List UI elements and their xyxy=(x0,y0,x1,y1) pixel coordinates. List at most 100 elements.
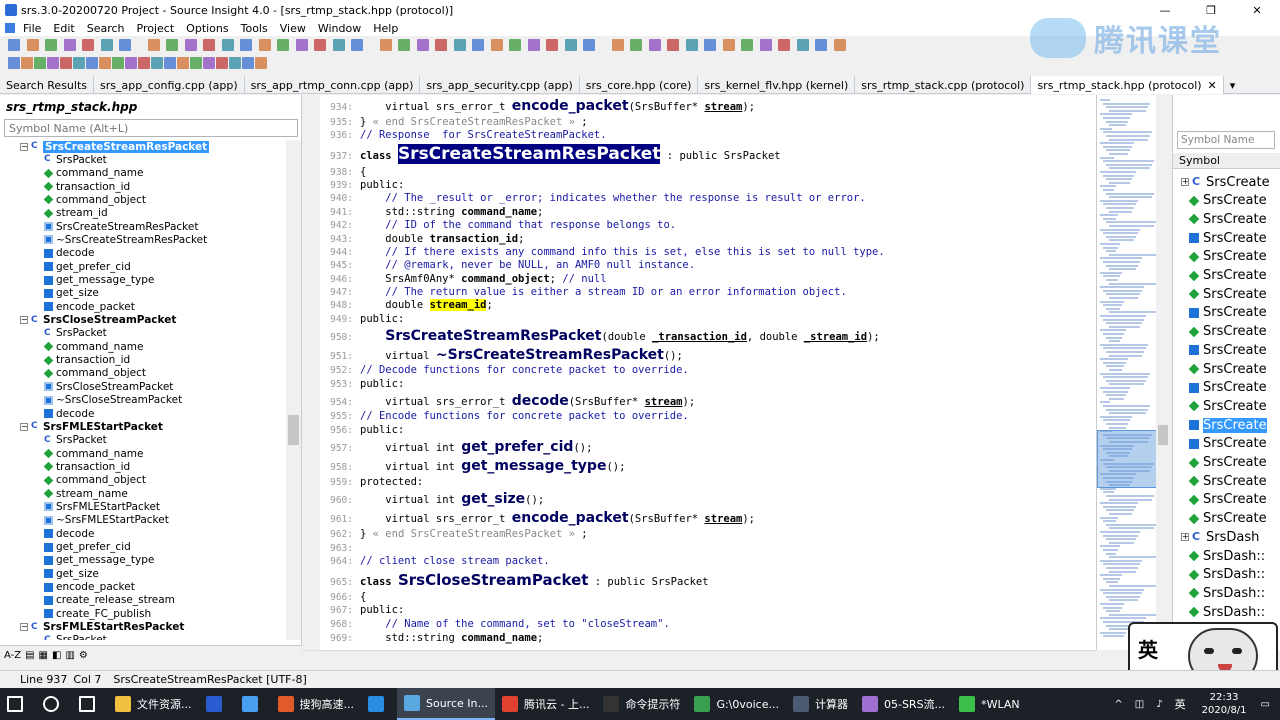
taskbar-item[interactable] xyxy=(235,688,271,720)
symbol-list-item[interactable]: SrsCreate xyxy=(1189,229,1267,247)
toolbar-button-icon[interactable] xyxy=(295,39,308,51)
tree-item[interactable]: encode_packet xyxy=(44,300,135,313)
toolbar-button-icon[interactable] xyxy=(648,39,661,51)
toolbar-button-icon[interactable] xyxy=(453,39,466,51)
toolbar-button-icon[interactable] xyxy=(45,39,57,51)
tree-item[interactable]: encode_packet xyxy=(44,581,135,594)
symbol-list-item[interactable]: SrsCreate xyxy=(1188,248,1267,266)
overview-map[interactable] xyxy=(1096,95,1156,650)
tree-item[interactable]: stream_id xyxy=(43,207,108,220)
toolbar-button-icon[interactable] xyxy=(630,39,642,51)
tree-item[interactable]: get_prefer_cid xyxy=(44,260,131,273)
tree-item[interactable]: decode xyxy=(44,527,94,540)
toolbar-button-icon[interactable] xyxy=(685,39,698,51)
close-tab-icon[interactable]: ✕ xyxy=(1208,79,1217,92)
tab-core[interactable]: srs_core.hpp (core) xyxy=(580,76,699,94)
scroll-thumb[interactable] xyxy=(1158,425,1168,445)
toolbar-button-icon[interactable] xyxy=(203,57,215,69)
close-button[interactable]: ✕ xyxy=(1234,0,1280,20)
symbol-list-item[interactable]: SrsCreate xyxy=(1188,285,1267,303)
tab-app-config[interactable]: srs_app_config.cpp (app) xyxy=(94,76,245,94)
tree-item[interactable]: decode xyxy=(44,407,94,420)
toolbar-button-icon[interactable] xyxy=(722,39,735,51)
symbol-list-item[interactable]: SrsCreate xyxy=(1189,341,1267,359)
tree-item[interactable]: get_size xyxy=(44,287,99,300)
symbol-list-item[interactable]: SrsCreate xyxy=(1188,323,1267,341)
toolbar-button-icon[interactable] xyxy=(546,39,558,51)
tree-item[interactable]: SrsCreateStreamResPacket xyxy=(44,220,198,233)
taskbar-item[interactable] xyxy=(199,688,235,720)
toolbar-button-icon[interactable] xyxy=(332,39,345,51)
tree-item[interactable]: get_prefer_cid xyxy=(44,541,131,554)
tree-item[interactable]: C SrsPacket xyxy=(44,327,107,340)
tree-item[interactable]: get_size xyxy=(44,567,99,580)
taskbar-item[interactable]: 05-SRS流... xyxy=(855,688,952,720)
symbol-list-item[interactable]: SrsCreate xyxy=(1189,304,1267,322)
toolbar-button-icon[interactable] xyxy=(166,39,178,51)
tree-item[interactable]: − C SrsCreateStreamResPacket xyxy=(20,140,210,153)
tab-search-results[interactable]: Search Results xyxy=(0,76,95,94)
toolbar-button-icon[interactable] xyxy=(184,39,197,51)
expand-toggle-icon[interactable]: + xyxy=(1181,178,1189,186)
toolbar-button-icon[interactable] xyxy=(667,39,679,51)
toolbar-button-icon[interactable] xyxy=(435,39,447,51)
symbol-list-item[interactable]: SrsCreate xyxy=(1189,416,1267,434)
toolbar-button-icon[interactable] xyxy=(82,39,94,51)
tree-item[interactable]: command_name xyxy=(43,447,143,460)
tree-item[interactable]: transaction_id xyxy=(43,180,130,193)
toolbar-button-icon[interactable] xyxy=(242,57,254,69)
clock[interactable]: 22:33 2020/8/1 xyxy=(1202,691,1247,717)
tree-item[interactable]: − C SrsCloseStreamPacket xyxy=(20,314,176,327)
collapse-toggle-icon[interactable]: − xyxy=(20,623,28,632)
symbol-list-item[interactable]: SrsCreate xyxy=(1188,397,1267,415)
tree-item[interactable]: create_release_stream xyxy=(44,594,175,607)
toolbar-button-icon[interactable] xyxy=(63,39,76,51)
taskbar-item[interactable] xyxy=(36,688,72,720)
toolbar-button-icon[interactable] xyxy=(379,39,392,51)
toolbar-button-icon[interactable] xyxy=(21,57,33,69)
notification-icon[interactable]: ▭ xyxy=(1261,699,1270,710)
toolbar-button-icon[interactable] xyxy=(203,39,215,51)
symbol-name-input[interactable]: Symbol Name xyxy=(1177,131,1275,149)
taskbar-item[interactable]: 计算器 xyxy=(786,688,855,720)
toolbar-button-icon[interactable] xyxy=(527,39,540,51)
toolbar-button-icon[interactable] xyxy=(60,57,72,69)
expand-toggle-icon[interactable]: + xyxy=(1181,533,1189,542)
tab-kernel-flv[interactable]: srs_kernel_flv.hpp (kernel) xyxy=(698,76,856,94)
toolbar-button-icon[interactable] xyxy=(112,57,124,69)
toolbar-button-icon[interactable] xyxy=(47,57,59,69)
toolbar-button-icon[interactable] xyxy=(147,39,160,51)
symbol-search-input[interactable] xyxy=(4,119,298,137)
toolbar-button-icon[interactable] xyxy=(255,57,267,69)
tree-item[interactable]: get_message_type xyxy=(44,554,154,567)
tab-rtmp-stack-hpp[interactable]: srs_rtmp_stack.hpp (protocol) ✕ xyxy=(1031,76,1224,94)
toolbar-button-icon[interactable] xyxy=(240,39,252,51)
tree-item[interactable]: command_name xyxy=(43,340,143,353)
symbol-list-item[interactable]: + C SrsDash xyxy=(1181,528,1259,546)
toolbar-button-icon[interactable] xyxy=(778,39,790,51)
toolbar-button-icon[interactable] xyxy=(796,39,809,51)
menu-project[interactable]: Project xyxy=(131,22,181,35)
tree-item[interactable]: command_object xyxy=(43,474,146,487)
toolbar-button-icon[interactable] xyxy=(151,57,163,69)
toolbar-button-icon[interactable] xyxy=(398,39,410,51)
taskbar-item[interactable]: G:\0voice... xyxy=(687,688,786,720)
tree-item[interactable]: − C SrsFMLEStartResPacket xyxy=(20,621,184,634)
symbol-list-item[interactable]: SrsDash:: xyxy=(1188,566,1265,584)
toolbar-button-icon[interactable] xyxy=(490,39,503,51)
toolbar-button-icon[interactable] xyxy=(100,39,113,51)
toolbar-button-icon[interactable] xyxy=(277,39,289,51)
toolbar-button-icon[interactable] xyxy=(164,57,176,69)
symbol-list-item[interactable]: SrsDash:: xyxy=(1188,584,1265,602)
toolbar-button-icon[interactable] xyxy=(86,57,98,69)
code-editor[interactable]: 934: virtual srs_error_t encode_packet(S… xyxy=(320,95,1096,650)
settings-icon[interactable]: ⚙ xyxy=(79,650,88,661)
toolbar-button-icon[interactable] xyxy=(472,39,484,51)
tab-app-security[interactable]: srs_app_security.cpp (app) xyxy=(420,76,580,94)
ime-tray[interactable]: 英 xyxy=(1175,696,1186,712)
tree-item[interactable]: − C SrsFMLEStartPacket xyxy=(20,420,163,433)
menu-search[interactable]: Search xyxy=(81,22,131,35)
toolbar-button-icon[interactable] xyxy=(138,57,150,69)
tree-item[interactable]: transaction_id xyxy=(43,460,130,473)
layout-icon[interactable]: ◧ xyxy=(52,650,61,661)
